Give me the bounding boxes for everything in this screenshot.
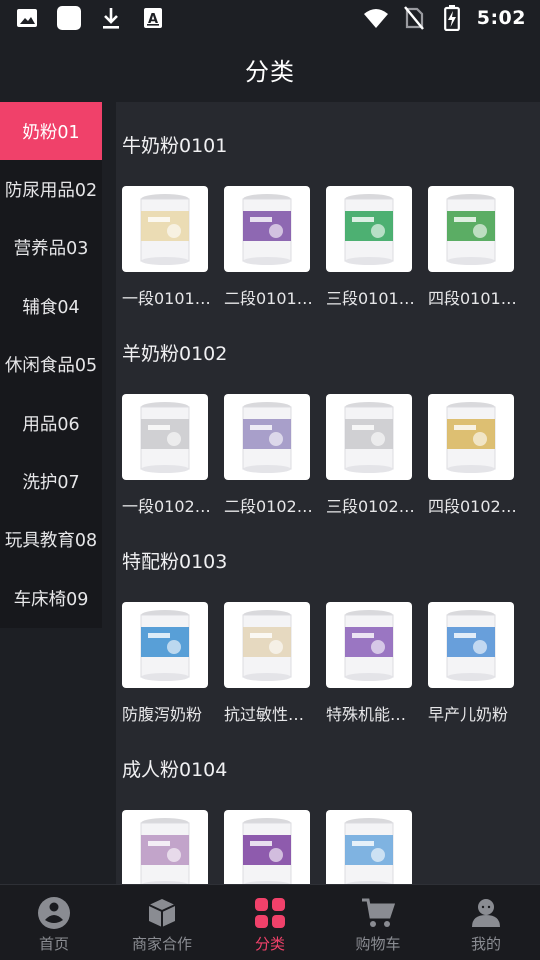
text-box-icon: A [140, 5, 166, 31]
app-screen: A 5:02 分类 奶粉01 防尿用品02 营养品03 辅食04 休闲食品05 … [0, 0, 540, 960]
product-name: 四段0102… [428, 497, 517, 516]
product-row: 一段0101… 二段0101… 三段0101… 四段0101… [122, 186, 540, 309]
product-image [326, 602, 412, 688]
product-row: 防腹泻奶粉 抗过敏性奶粉 特殊机能奶粉 早产儿奶粉 [122, 602, 540, 725]
tab-label: 商家合作 [131, 935, 192, 953]
sidebar-item-care[interactable]: 洗护07 [0, 452, 102, 510]
product-row: 一段0102… 二段0102… 三段0102… 四段0102… [122, 394, 540, 517]
product-image [122, 810, 208, 884]
sidebar-item-toys[interactable]: 玩具教育08 [0, 511, 102, 569]
product-item[interactable]: 三段0101… [326, 186, 415, 309]
product-item[interactable]: 二段0102… [224, 394, 313, 517]
section-title: 特配粉0103 [122, 550, 228, 573]
tab-label: 我的 [470, 935, 501, 953]
sidebar-item-supplies[interactable]: 用品06 [0, 394, 102, 452]
tab-label: 购物车 [355, 935, 401, 953]
sidebar-item-baby-food[interactable]: 辅食04 [0, 277, 102, 335]
product-image [122, 394, 208, 480]
product-name: 一段0102… [122, 497, 211, 516]
product-image [224, 810, 310, 884]
product-image [326, 394, 412, 480]
product-name: 特殊机能奶粉 [326, 705, 416, 724]
product-name: 二段0101… [224, 289, 313, 308]
battery-charging-icon [439, 5, 465, 31]
cart-icon [360, 895, 396, 931]
product-section: 牛奶粉0101 一段0101… 二段0101… 三段0101… 四段0101… [116, 124, 540, 309]
image-icon [14, 5, 40, 31]
product-section: 羊奶粉0102 一段0102… 二段0102… 三段0102… 四段0102… [116, 332, 540, 517]
product-item[interactable]: 四段0101… [428, 186, 517, 309]
product-image [326, 186, 412, 272]
square-icon [56, 5, 82, 31]
product-item[interactable]: 特殊机能奶粉 [326, 602, 416, 725]
product-name: 四段0101… [428, 289, 517, 308]
product-item[interactable]: 防腹泻奶粉 [122, 602, 208, 725]
product-name: 早产儿奶粉 [428, 705, 509, 724]
page-title: 分类 [245, 57, 295, 86]
no-sim-icon [401, 5, 427, 31]
category-sidebar: 奶粉01 防尿用品02 营养品03 辅食04 休闲食品05 用品06 洗护07 … [0, 102, 102, 628]
product-item[interactable]: 一段0102… [122, 394, 211, 517]
sidebar-item-strollers[interactable]: 车床椅09 [0, 569, 102, 627]
tab-merchant[interactable]: 商家合作 [108, 885, 216, 960]
status-bar: A 5:02 [0, 0, 540, 36]
box-icon [144, 895, 180, 931]
product-item[interactable] [122, 810, 208, 884]
section-title: 牛奶粉0101 [122, 134, 228, 157]
product-item[interactable] [326, 810, 412, 884]
product-row [122, 810, 540, 884]
section-title: 成人粉0104 [122, 758, 228, 781]
sidebar-item-diapers[interactable]: 防尿用品02 [0, 160, 102, 218]
bottom-tab-bar: 首页 商家合作 分类 购物车 我的 [0, 884, 540, 960]
product-image [428, 186, 514, 272]
sidebar-item-nutrition[interactable]: 营养品03 [0, 219, 102, 277]
product-item[interactable]: 四段0102… [428, 394, 517, 517]
tab-category[interactable]: 分类 [216, 885, 324, 960]
wifi-icon [363, 5, 389, 31]
header: 分类 [0, 36, 540, 102]
product-item[interactable]: 一段0101… [122, 186, 211, 309]
category-grid-icon [252, 895, 288, 931]
sidebar-item-snacks[interactable]: 休闲食品05 [0, 336, 102, 394]
product-item[interactable] [224, 810, 310, 884]
product-image [122, 186, 208, 272]
product-item[interactable]: 抗过敏性奶粉 [224, 602, 314, 725]
product-item[interactable]: 二段0101… [224, 186, 313, 309]
product-image [326, 810, 412, 884]
product-name: 一段0101… [122, 289, 211, 308]
product-item[interactable]: 早产儿奶粉 [428, 602, 514, 725]
product-section: 成人粉0104 [116, 748, 540, 884]
tab-home[interactable]: 首页 [0, 885, 108, 960]
tab-label: 分类 [254, 935, 285, 953]
product-name: 抗过敏性奶粉 [224, 705, 314, 724]
profile-icon [468, 895, 504, 931]
product-image [122, 602, 208, 688]
section-title: 羊奶粉0102 [122, 342, 228, 365]
tab-label: 首页 [38, 935, 69, 953]
product-name: 三段0102… [326, 497, 415, 516]
product-panel[interactable]: 牛奶粉0101 一段0101… 二段0101… 三段0101… 四段0101… [116, 102, 540, 884]
status-time: 5:02 [476, 7, 526, 29]
tab-cart[interactable]: 购物车 [324, 885, 432, 960]
product-image [224, 394, 310, 480]
product-image [224, 602, 310, 688]
product-image [224, 186, 310, 272]
product-name: 三段0101… [326, 289, 415, 308]
download-icon [98, 5, 124, 31]
product-image [428, 602, 514, 688]
home-icon [36, 895, 72, 931]
product-item[interactable]: 三段0102… [326, 394, 415, 517]
product-image [428, 394, 514, 480]
sidebar-item-milk-powder[interactable]: 奶粉01 [0, 102, 102, 161]
tab-profile[interactable]: 我的 [432, 885, 540, 960]
product-name: 防腹泻奶粉 [122, 705, 203, 724]
product-name: 二段0102… [224, 497, 313, 516]
product-section: 特配粉0103 防腹泻奶粉 抗过敏性奶粉 特殊机能奶粉 早产儿奶粉 [116, 540, 540, 725]
